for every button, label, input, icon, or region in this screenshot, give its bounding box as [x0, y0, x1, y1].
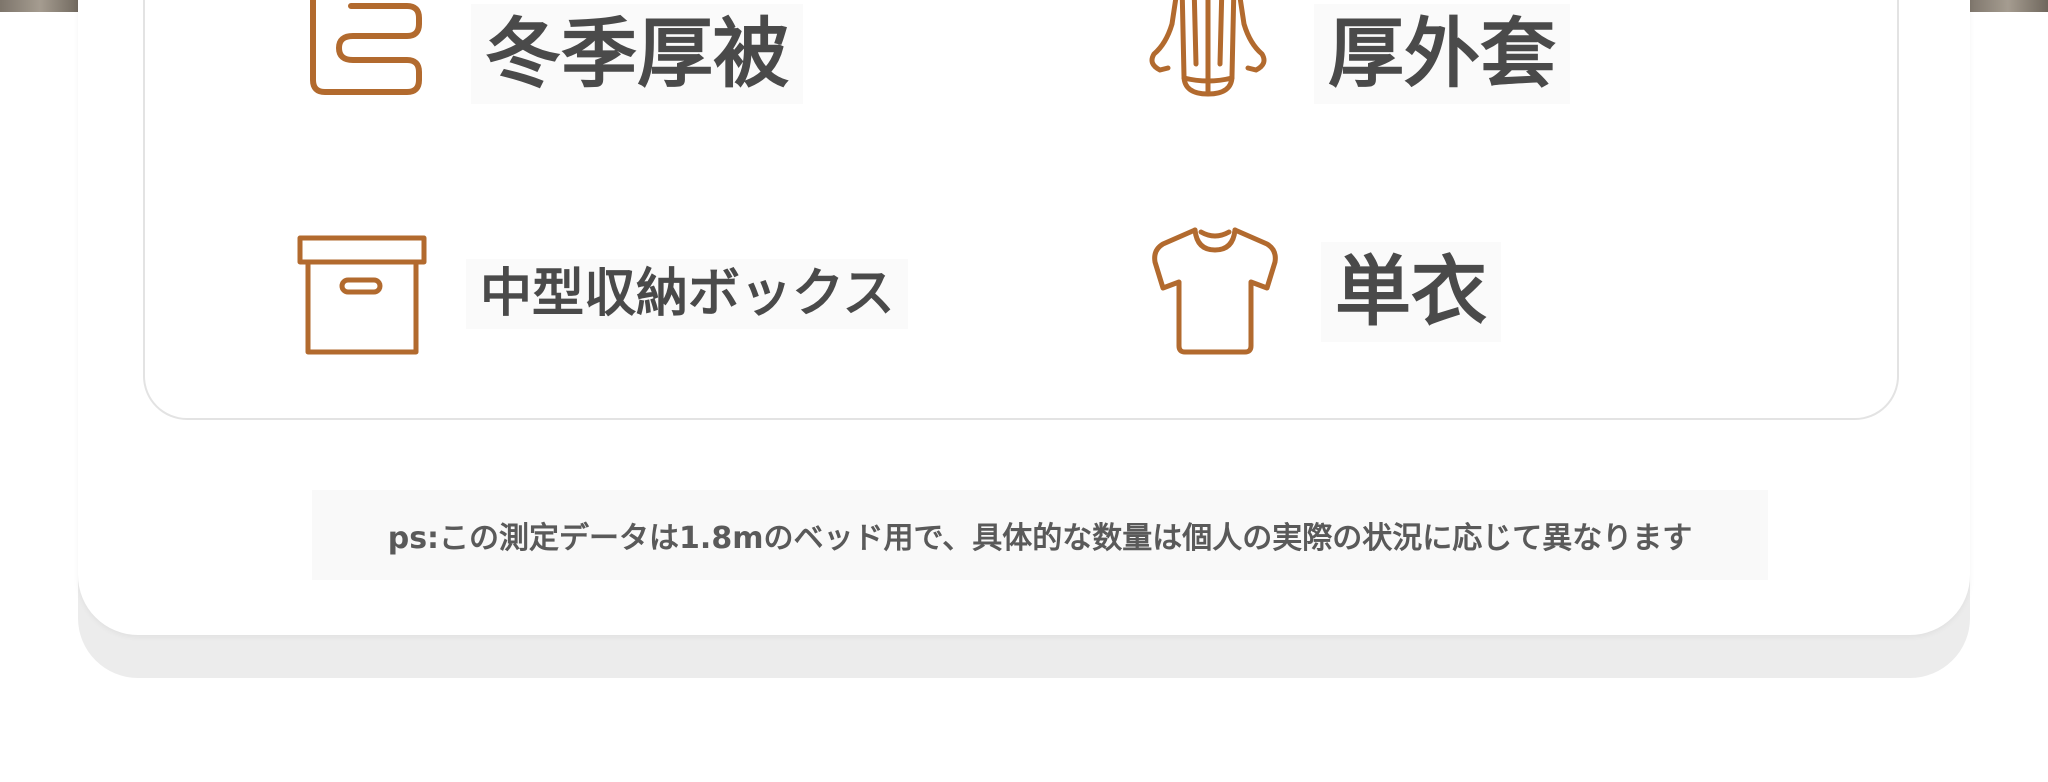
- footnote: ps:この測定データは1.8mのベッド用で、具体的な数量は個人の実際の状況に応じ…: [312, 490, 1768, 580]
- item-label: 中型収納ボックス: [466, 258, 909, 330]
- item-label: 厚外套: [1314, 4, 1570, 104]
- background-photo-edge-left: [0, 0, 80, 12]
- storage-box-icon: [290, 224, 430, 364]
- t-shirt-icon: [1145, 222, 1285, 362]
- item-winter-quilt: 冬季厚被: [295, 0, 803, 124]
- item-storage-box: 中型収納ボックス: [290, 224, 909, 364]
- folded-quilt-icon: [295, 0, 435, 124]
- coat-icon: [1138, 0, 1278, 124]
- background-photo-edge-right: [1968, 0, 2048, 12]
- item-label: 単衣: [1321, 242, 1501, 342]
- item-thick-coat: 厚外套: [1138, 0, 1570, 124]
- item-single-garment: 単衣: [1145, 222, 1501, 362]
- item-label: 冬季厚被: [471, 4, 803, 104]
